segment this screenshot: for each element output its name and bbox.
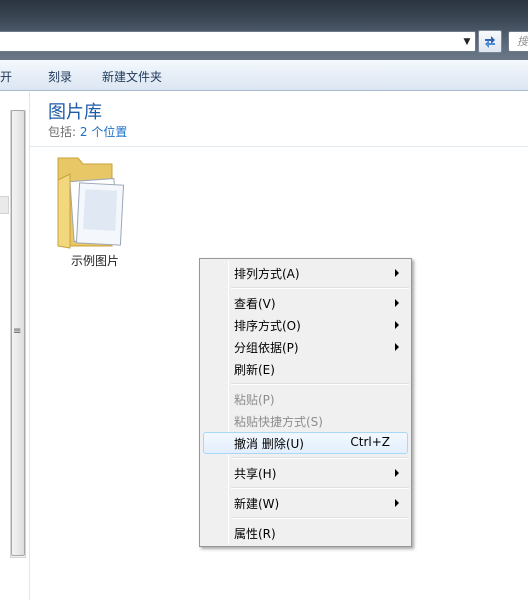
submenu-arrow-icon: [395, 499, 399, 507]
menu-separator: [231, 517, 409, 519]
menu-item-properties[interactable]: 属性(R): [203, 522, 408, 544]
menu-item-new[interactable]: 新建(W): [203, 492, 408, 514]
menu-separator: [231, 287, 409, 289]
folder-item[interactable]: 示例图片: [50, 150, 140, 270]
menu-item-sort-by[interactable]: 排序方式(O): [203, 314, 408, 336]
menu-item-paste-shortcut[interactable]: 粘贴快捷方式(S): [203, 410, 408, 432]
menu-item-arrange-by[interactable]: 排列方式(A): [203, 262, 408, 284]
refresh-button[interactable]: [478, 30, 502, 53]
menu-item-shortcut: Ctrl+Z: [350, 435, 390, 449]
menu-item-group-by[interactable]: 分组依据(P): [203, 336, 408, 358]
menu-item-label: 刷新(E): [234, 363, 275, 377]
scroll-grip-icon: ≡: [13, 326, 22, 337]
menu-item-label: 排序方式(O): [234, 319, 301, 333]
nav-selected-item[interactable]: [0, 196, 9, 214]
menu-separator: [231, 383, 409, 385]
folder-icon: [57, 157, 125, 249]
address-dropdown-icon[interactable]: ▼: [459, 32, 475, 51]
submenu-arrow-icon: [395, 299, 399, 307]
menu-item-label: 查看(V): [234, 297, 276, 311]
menu-item-label: 粘贴(P): [234, 393, 275, 407]
context-menu: 排列方式(A) 查看(V) 排序方式(O) 分组依据(P) 刷新(E) 粘贴(P…: [199, 258, 412, 547]
toolbar-burn-button[interactable]: 刻录: [48, 68, 72, 85]
menu-item-view[interactable]: 查看(V): [203, 292, 408, 314]
menu-item-share[interactable]: 共享(H): [203, 462, 408, 484]
menu-item-label: 撤消 删除(U): [234, 437, 304, 451]
menu-item-label: 属性(R): [234, 527, 276, 541]
includes-label: 包括:: [48, 125, 77, 139]
address-bar[interactable]: ▼: [0, 31, 476, 52]
folder-label: 示例图片: [70, 254, 119, 268]
submenu-arrow-icon: [395, 469, 399, 477]
toolbar-open-button[interactable]: 打开: [0, 68, 12, 85]
menu-item-refresh[interactable]: 刷新(E): [203, 358, 408, 380]
menu-item-undo-delete[interactable]: 撤消 删除(U) Ctrl+Z: [203, 432, 408, 454]
refresh-icon: [485, 35, 495, 48]
menu-separator: [231, 457, 409, 459]
menu-item-label: 粘贴快捷方式(S): [234, 415, 323, 429]
menu-item-label: 新建(W): [234, 497, 280, 511]
command-toolbar: 打开 刻录 新建文件夹: [0, 60, 528, 91]
menu-separator: [231, 487, 409, 489]
includes-locations-link[interactable]: 2 个位置: [80, 125, 127, 139]
toolbar-new-folder-button[interactable]: 新建文件夹: [102, 68, 162, 85]
submenu-arrow-icon: [395, 343, 399, 351]
menu-item-label: 分组依据(P): [234, 341, 299, 355]
menu-item-label: 共享(H): [234, 467, 277, 481]
search-input[interactable]: 搜: [508, 31, 528, 52]
submenu-arrow-icon: [395, 321, 399, 329]
menu-item-paste[interactable]: 粘贴(P): [203, 388, 408, 410]
library-includes: 包括: 2 个位置: [48, 123, 127, 140]
library-title: 图片库: [48, 102, 102, 123]
menu-item-label: 排列方式(A): [234, 267, 300, 281]
submenu-arrow-icon: [395, 269, 399, 277]
